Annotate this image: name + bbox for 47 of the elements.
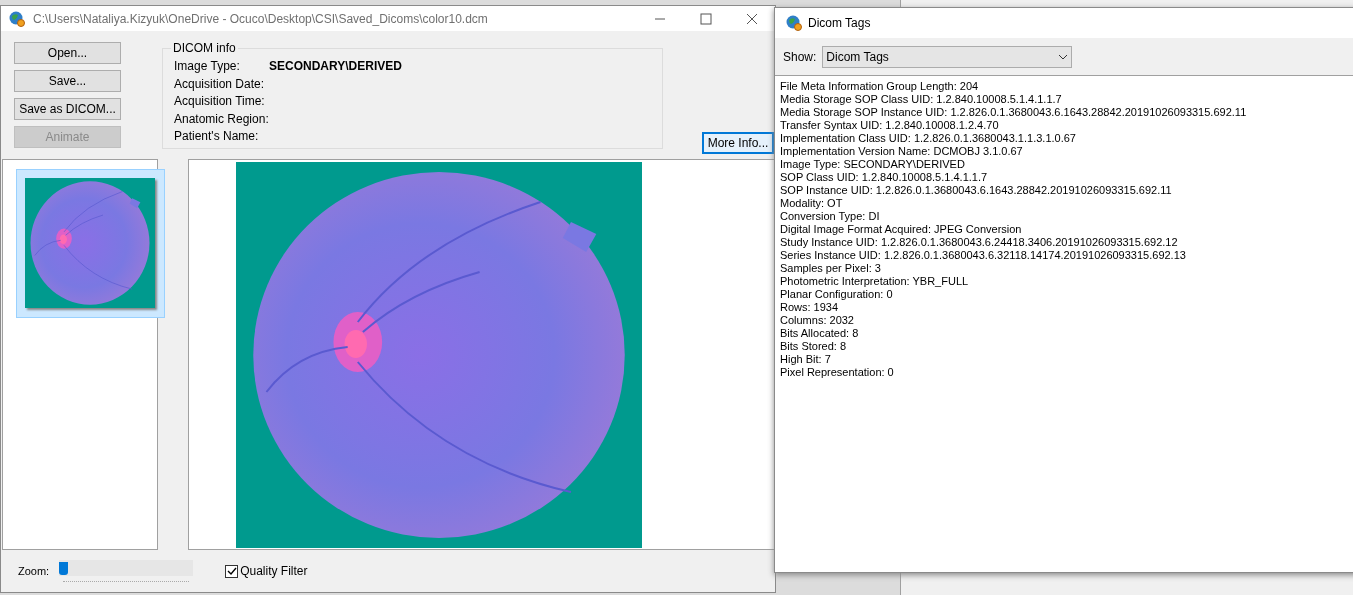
globe-gear-icon bbox=[9, 10, 25, 27]
checkbox[interactable] bbox=[225, 564, 239, 578]
field-value: SECONDARY\DERIVED bbox=[269, 58, 403, 75]
field-label: Patient's Name: bbox=[174, 128, 260, 145]
show-label: Show: bbox=[783, 48, 817, 66]
thumbnail[interactable] bbox=[16, 169, 165, 318]
tag-line: Implementation Class UID: 1.2.826.0.1.3680043.1.1.3.1.0.67 bbox=[780, 132, 1076, 145]
checkbox-label: Quality Filter bbox=[240, 563, 308, 580]
tag-line: Transfer Syntax UID: 1.2.840.10008.1.2.4.70 bbox=[780, 119, 999, 132]
tag-line: Study Instance UID: 1.2.826.0.1.3680043.6.24418.3406.20191026093315.692.12 bbox=[780, 236, 1178, 249]
more-info-button[interactable]: More Info... bbox=[702, 132, 774, 154]
tag-line: Rows: 1934 bbox=[780, 301, 839, 314]
field-label: Acquisition Date: bbox=[174, 75, 266, 93]
globe-gear-icon bbox=[786, 15, 802, 31]
window-title: C:\Users\Nataliya.Kizyuk\OneDrive - Ocuco\Desktop\CSI\Saved_Dicoms\color10.dcm bbox=[33, 10, 488, 28]
show-dropdown[interactable]: Dicom Tags bbox=[822, 45, 1073, 68]
field-label: Acquisition Time: bbox=[174, 93, 266, 110]
tag-line: Conversion Type: DI bbox=[780, 210, 880, 223]
tag-line: Samples per Pixel: 3 bbox=[780, 262, 881, 275]
tag-line: Bits Allocated: 8 bbox=[780, 327, 859, 340]
tag-line: High Bit: 7 bbox=[780, 353, 831, 366]
tag-line: Image Type: SECONDARY\DERIVED bbox=[780, 158, 965, 171]
tag-line: Media Storage SOP Class UID: 1.2.840.10008.5.1.4.1.1.7 bbox=[780, 93, 1062, 106]
group-title: DICOM info bbox=[171, 41, 238, 55]
zoom-label: Zoom: bbox=[18, 563, 50, 579]
tag-line: Photometric Interpretation: YBR_FULL bbox=[780, 275, 969, 288]
toolbar-button[interactable]: Save... bbox=[14, 70, 121, 92]
checkmark-icon bbox=[226, 566, 237, 576]
tag-line: Series Instance UID: 1.2.826.0.1.3680043.6.32118.14174.20191026093315.692.13 bbox=[780, 249, 1186, 262]
tag-line: Implementation Version Name: DCMOBJ 3.1.0.67 bbox=[780, 145, 1023, 158]
tag-line: Modality: OT bbox=[780, 197, 843, 210]
field-label: Anatomic Region: bbox=[174, 110, 269, 128]
tag-line: Media Storage SOP Instance UID: 1.2.826.0.1.3680043.6.1643.28842.20191026093315.692.11 bbox=[780, 106, 1247, 119]
zoom-slider-thumb[interactable] bbox=[59, 562, 69, 575]
tag-line: Columns: 2032 bbox=[780, 314, 854, 327]
tag-line: Digital Image Format Acquired: JPEG Conversion bbox=[780, 223, 1022, 236]
tag-line: SOP Instance UID: 1.2.826.0.1.3680043.6.1643.28842.20191026093315.692.11 bbox=[780, 184, 1172, 197]
tag-line: SOP Class UID: 1.2.840.10008.5.1.4.1.1.7 bbox=[780, 171, 988, 184]
chevron-down-icon bbox=[1058, 53, 1069, 60]
tag-line: File Meta Information Group Length: 204 bbox=[780, 80, 979, 93]
toolbar-button[interactable]: Open... bbox=[14, 42, 121, 64]
tag-line: Planar Configuration: 0 bbox=[780, 288, 893, 301]
toolbar-button[interactable]: Save as DICOM... bbox=[14, 98, 121, 120]
window-title: Dicom Tags bbox=[808, 15, 871, 32]
tag-line: Pixel Representation: 0 bbox=[780, 366, 894, 379]
tag-line: Bits Stored: 8 bbox=[780, 340, 847, 353]
field-label: Image Type: bbox=[174, 58, 241, 75]
